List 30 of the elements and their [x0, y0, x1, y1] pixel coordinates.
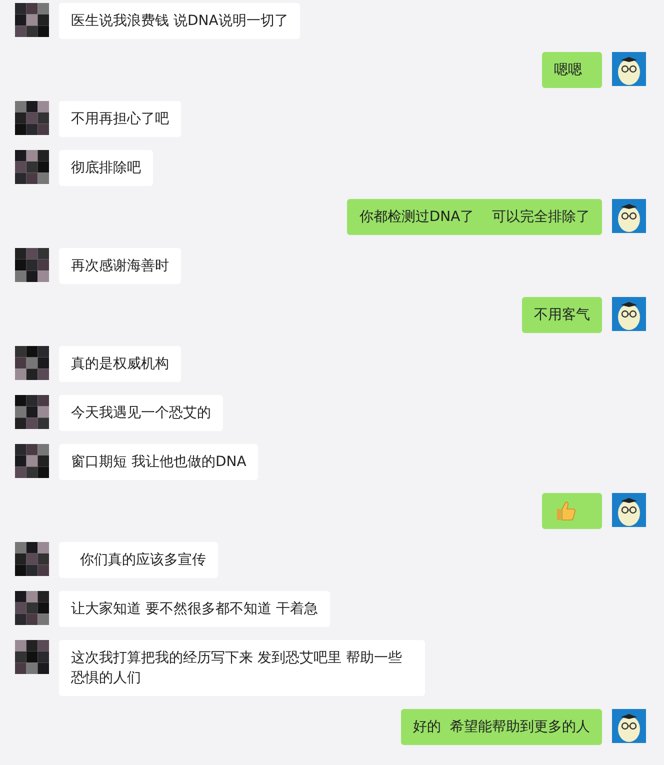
- cartoon-avatar-icon: [612, 52, 646, 86]
- pixelated-avatar: [15, 591, 49, 625]
- message-bubble: 你们真的应该多宣传: [59, 542, 218, 578]
- message-bubble: 再次感谢海善时: [59, 248, 181, 284]
- thumbs-up-icon: [554, 499, 578, 523]
- pixelated-avatar: [15, 640, 49, 674]
- message-bubble: 医生说我浪费钱 说DNA说明一切了: [59, 3, 300, 39]
- pixelated-avatar: [15, 3, 49, 37]
- message-bubble: 不用客气: [522, 297, 602, 333]
- message-bubble: 不用再担心了吧: [59, 101, 181, 137]
- pixelated-avatar: [15, 248, 49, 282]
- message-bubble: 嗯嗯: [542, 52, 602, 88]
- message-bubble: 今天我遇见一个恐艾的: [59, 395, 223, 431]
- message-bubble: 让大家知道 要不然很多都不知道 干着急: [59, 591, 330, 627]
- message-bubble: 你都检测过DNA了 可以完全排除了: [347, 199, 602, 235]
- message-bubble: 彻底排除吧: [59, 150, 153, 186]
- cartoon-avatar-icon: [612, 493, 646, 527]
- message-bubble: 这次我打算把我的经历写下来 发到恐艾吧里 帮助一些恐惧的人们: [59, 640, 425, 696]
- pixelated-avatar: [15, 150, 49, 184]
- pixelated-avatar: [15, 542, 49, 576]
- pixelated-avatar: [15, 346, 49, 380]
- pixelated-avatar: [15, 101, 49, 135]
- message-bubble: 好的 希望能帮助到更多的人: [401, 709, 602, 745]
- message-bubble: 窗口期短 我让他也做的DNA: [59, 444, 258, 480]
- cartoon-avatar-icon: [612, 199, 646, 233]
- cartoon-avatar-icon: [612, 297, 646, 331]
- cartoon-avatar-icon: [612, 709, 646, 743]
- pixelated-avatar: [15, 444, 49, 478]
- message-bubble: 真的是权威机构: [59, 346, 181, 382]
- pixelated-avatar: [15, 395, 49, 429]
